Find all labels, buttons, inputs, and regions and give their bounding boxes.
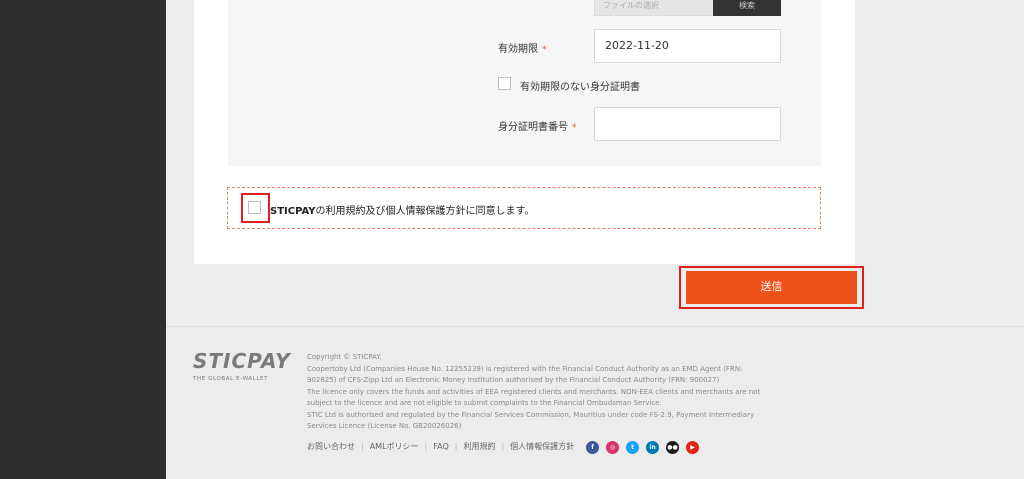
required-mark: *: [542, 45, 547, 55]
id-number-input[interactable]: [594, 107, 781, 141]
legal-line: Coopertoby Ltd (Companies House No. 1225…: [307, 364, 743, 373]
footer-link-aml[interactable]: AMLポリシー: [370, 441, 419, 452]
footer-links: お問い合わせ | AMLポリシー | FAQ | 利用規約 | 個人情報保護方針: [307, 441, 575, 452]
required-mark: *: [572, 123, 577, 133]
legal-line: 902825) of CFS-Zipp Ltd an Electronic Mo…: [307, 376, 720, 384]
linkedin-icon[interactable]: in: [646, 441, 659, 454]
legal-text: Copyright © STICPAY. Coopertoby Ltd (Com…: [307, 352, 787, 433]
id-number-label: 身分証明書番号 *: [498, 122, 577, 133]
submit-button[interactable]: 送信: [686, 271, 857, 304]
agreement-brand: STICPAY: [270, 206, 316, 217]
agreement-label: STICPAYの利用規約及び個人情報保護方針に同意します。: [270, 202, 535, 217]
footer-link-privacy[interactable]: 個人情報保護方針: [510, 441, 574, 452]
legal-line: subject to the licence and are not eligi…: [307, 399, 662, 407]
expiry-label: 有効期限 *: [498, 44, 547, 55]
footer-link-terms[interactable]: 利用規約: [463, 441, 495, 452]
footer-link-faq[interactable]: FAQ: [433, 442, 449, 451]
footer-divider: [166, 326, 1024, 327]
expiry-date-input[interactable]: 2022-11-20: [594, 29, 781, 63]
youtube-icon[interactable]: ▶: [686, 441, 699, 454]
file-input[interactable]: ファイルの選択: [594, 0, 714, 16]
twitter-icon[interactable]: t: [626, 441, 639, 454]
file-search-button[interactable]: 検索: [713, 0, 781, 16]
instagram-icon[interactable]: ◎: [606, 441, 619, 454]
social-links: f ◎ t in ●● ▶: [586, 441, 699, 454]
left-rail: [0, 0, 166, 479]
agreement-text: の利用規約及び個人情報保護方針に同意します。: [315, 206, 535, 217]
medium-icon[interactable]: ●●: [666, 441, 679, 454]
legal-line: Copyright © STICPAY.: [307, 353, 382, 361]
logo-tagline: THE GLOBAL E-WALLET: [193, 376, 269, 382]
agreement-checkbox-highlight: [241, 193, 270, 223]
logo-wordmark: STICPAY: [193, 349, 291, 373]
legal-line: Services Licence (License No. GB20026026…: [307, 422, 462, 430]
facebook-icon[interactable]: f: [586, 441, 599, 454]
footer-logo: STICPAY THE GLOBAL E-WALLET: [193, 350, 291, 382]
no-expiry-checkbox[interactable]: [498, 77, 511, 90]
legal-line: The licence only covers the funds and ac…: [307, 387, 761, 396]
footer-link-contact[interactable]: お問い合わせ: [307, 441, 355, 452]
no-expiry-label: 有効期限のない身分証明書: [520, 82, 640, 93]
legal-line: STIC Ltd is authorised and regulated by …: [307, 410, 755, 419]
